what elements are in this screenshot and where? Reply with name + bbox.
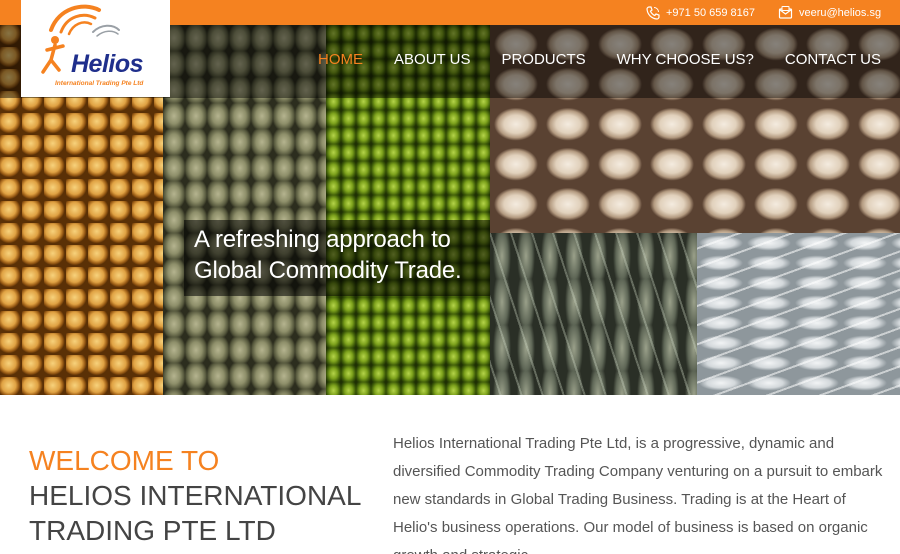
email-address: veeru@helios.sg <box>799 6 882 19</box>
hero-caption-line1: A refreshing approach to <box>194 226 451 253</box>
prawn-image <box>490 233 697 395</box>
hero-caption: A refreshing approach to Global Commodit… <box>184 220 490 296</box>
hero-caption-line2: Global Commodity Trade. <box>194 257 462 284</box>
nav-why-choose-us[interactable]: WHY CHOOSE US? <box>617 51 754 68</box>
shrimp-image <box>697 233 900 395</box>
nav-products[interactable]: PRODUCTS <box>501 51 585 68</box>
nav-about-us[interactable]: ABOUT US <box>394 51 470 68</box>
mail-icon <box>778 5 793 19</box>
email-contact[interactable]: veeru@helios.sg <box>778 0 881 25</box>
phone-contact[interactable]: +971 50 659 8167 <box>646 0 755 25</box>
logo-tagline: International Trading Pte Ltd <box>55 80 144 87</box>
logo-name: Helios <box>71 50 144 78</box>
nav-contact-us[interactable]: CONTACT US <box>785 51 881 68</box>
site-logo[interactable]: Helios International Trading Pte Ltd <box>21 0 170 97</box>
phone-icon <box>646 5 660 20</box>
welcome-heading: WELCOME TO HELIOS INTERNATIONAL TRADING … <box>29 444 361 548</box>
intro-paragraph: Helios International Trading Pte Ltd, is… <box>393 435 883 554</box>
welcome-line3: TRADING PTE LTD <box>29 515 276 546</box>
welcome-line2: HELIOS INTERNATIONAL <box>29 480 362 511</box>
main-nav: HOME ABOUT US PRODUCTS WHY CHOOSE US? CO… <box>318 51 881 68</box>
phone-number: +971 50 659 8167 <box>666 6 756 19</box>
welcome-line1: WELCOME TO <box>29 445 220 476</box>
nav-home[interactable]: HOME <box>318 51 363 68</box>
